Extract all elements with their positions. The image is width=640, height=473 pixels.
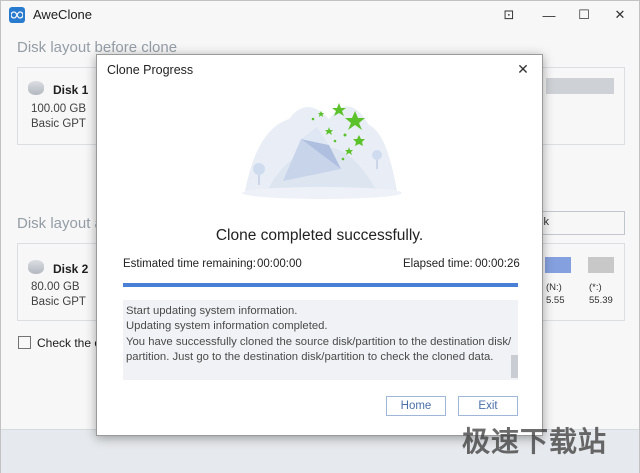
elapsed-time-label: Elapsed time: <box>403 258 473 270</box>
dialog-title: Clone Progress <box>107 63 194 77</box>
clone-progress-bar <box>123 283 518 287</box>
clone-status-message: Clone completed successfully. <box>215 227 424 244</box>
site-watermark: 极速下载站 <box>462 425 608 458</box>
exit-button[interactable]: Exit <box>458 396 518 416</box>
log-line: Start updating system information. <box>126 305 298 317</box>
log-line: partition. Just go to the destination di… <box>126 351 494 364</box>
home-button[interactable]: Home <box>386 396 446 416</box>
dialog-close-icon[interactable]: ✕ <box>512 60 534 78</box>
progress-fill <box>123 283 518 287</box>
estimated-time-value: 00:00:00 <box>257 258 302 270</box>
estimated-time-label: Estimated time remaining: <box>123 258 256 270</box>
clone-progress-dialog: Clone Progress ✕ Clone completed success… <box>96 54 543 436</box>
clone-log-box[interactable]: Start updating system information. Updat… <box>123 300 518 380</box>
log-scrollbar-thumb[interactable] <box>511 355 518 378</box>
log-line: Updating system information completed. <box>126 320 328 333</box>
elapsed-time-value: 00:00:26 <box>475 258 520 270</box>
clone-success-illustration <box>237 89 407 207</box>
log-line: You have successfully cloned the source … <box>126 335 512 348</box>
